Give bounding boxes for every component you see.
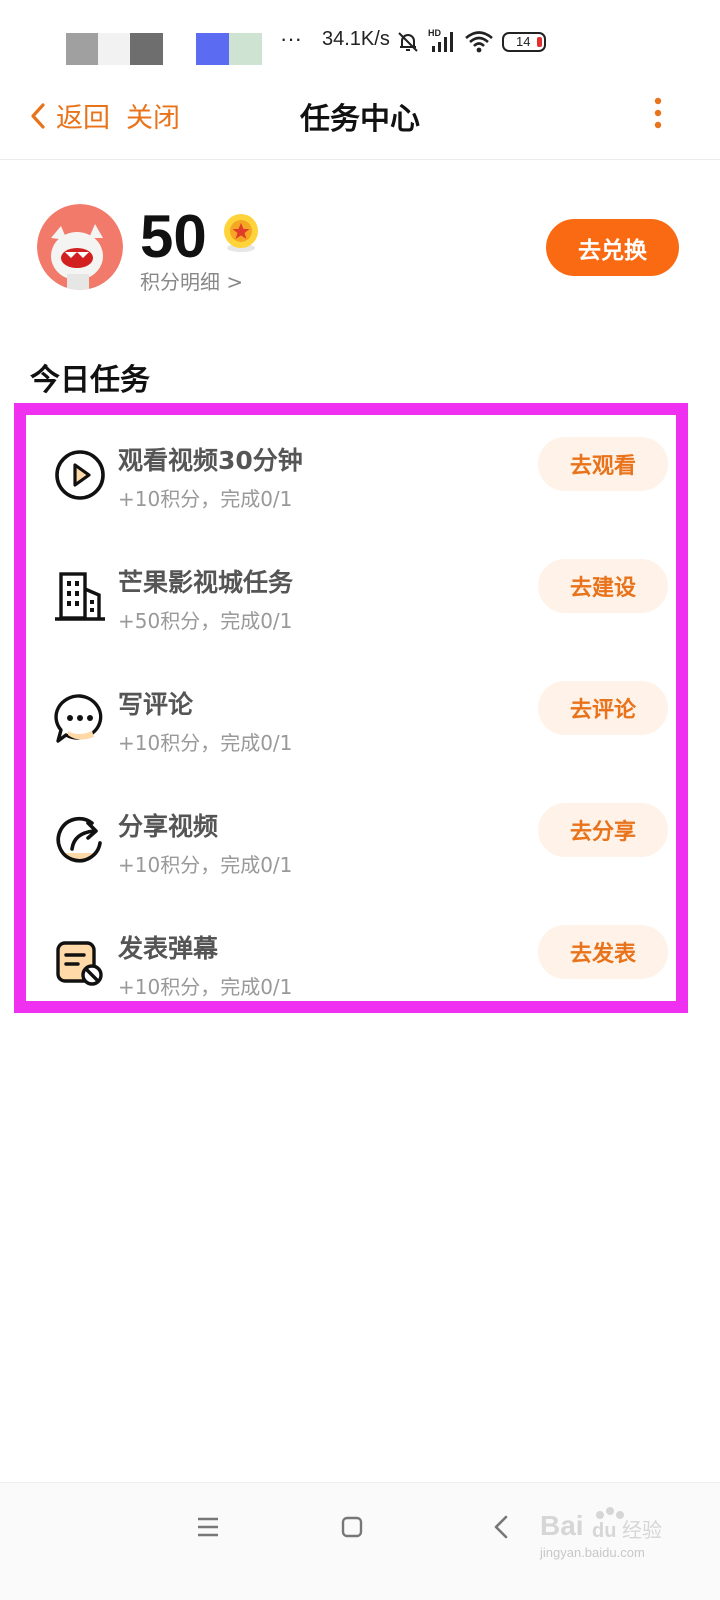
task-list: 观看视频30分钟 +10积分，完成0/1 去观看 芒果影视城任务 +50积分，完… bbox=[14, 403, 688, 1013]
task-reward: +10积分，完成0/1 bbox=[118, 853, 293, 877]
signal-icon bbox=[432, 32, 453, 52]
page-title: 任务中心 bbox=[300, 102, 420, 137]
task-reward: +10积分，完成0/1 bbox=[118, 487, 293, 511]
task-action-button[interactable]: 去建设 bbox=[538, 559, 668, 613]
danmaku-icon bbox=[56, 941, 103, 986]
svg-text:Bai: Bai bbox=[540, 1510, 584, 1541]
menu-icon[interactable] bbox=[188, 1507, 228, 1547]
status-dots: ··· bbox=[280, 26, 302, 51]
task-item: 发表弹幕 +10积分，完成0/1 去发表 bbox=[26, 915, 676, 1037]
task-action-button[interactable]: 去分享 bbox=[538, 803, 668, 857]
wifi-icon bbox=[465, 31, 493, 53]
status-block bbox=[229, 33, 262, 65]
back-icon[interactable] bbox=[482, 1507, 522, 1547]
comment-icon bbox=[54, 694, 103, 743]
task-action-button[interactable]: 去发表 bbox=[538, 925, 668, 979]
system-nav-bar: Bai du 经验 jingyan.baidu.com bbox=[0, 1482, 720, 1600]
more-vertical-icon[interactable] bbox=[650, 96, 666, 130]
share-icon bbox=[56, 816, 102, 863]
svg-text:du: du bbox=[592, 1520, 616, 1542]
watermark-url: jingyan.baidu.com bbox=[540, 1545, 645, 1560]
task-title: 写评论 bbox=[118, 690, 194, 719]
points-detail-link[interactable]: 积分明细 > bbox=[140, 266, 243, 295]
task-action-button[interactable]: 去评论 bbox=[538, 681, 668, 735]
status-block bbox=[66, 33, 98, 65]
task-title: 分享视频 bbox=[118, 812, 219, 841]
status-block bbox=[196, 33, 229, 65]
svg-text:经验: 经验 bbox=[622, 1518, 662, 1542]
task-reward: +50积分，完成0/1 bbox=[118, 609, 293, 633]
building-icon bbox=[55, 572, 105, 621]
task-action-button[interactable]: 去观看 bbox=[538, 437, 668, 491]
header-bar: 返回 关闭 任务中心 bbox=[0, 86, 720, 160]
task-item: 分享视频 +10积分，完成0/1 去分享 bbox=[26, 793, 676, 915]
battery-icon: 14 bbox=[502, 32, 546, 52]
coin-icon bbox=[224, 214, 258, 252]
task-title: 发表弹幕 bbox=[118, 934, 219, 963]
home-icon[interactable] bbox=[332, 1507, 372, 1547]
task-reward: +10积分，完成0/1 bbox=[118, 975, 293, 999]
baidu-jingyan-logo: Bai du 经验 bbox=[540, 1507, 662, 1542]
mute-bell-icon bbox=[398, 32, 418, 52]
battery-level: 14 bbox=[516, 34, 531, 49]
points-value: 50 bbox=[140, 203, 207, 270]
status-bar: ··· 34.1K/s HD 14 bbox=[0, 0, 720, 86]
net-speed: 34.1K/s bbox=[322, 28, 390, 50]
task-title: 芒果影视城任务 bbox=[118, 568, 294, 597]
avatar[interactable] bbox=[37, 204, 123, 290]
task-item: 芒果影视城任务 +50积分，完成0/1 去建设 bbox=[26, 549, 676, 671]
task-item: 观看视频30分钟 +10积分，完成0/1 去观看 bbox=[26, 427, 676, 549]
status-block bbox=[130, 33, 163, 65]
redeem-button[interactable]: 去兑换 bbox=[546, 219, 679, 276]
play-icon bbox=[55, 450, 105, 500]
task-title: 观看视频30分钟 bbox=[118, 446, 303, 475]
task-reward: +10积分，完成0/1 bbox=[118, 731, 293, 755]
task-item: 写评论 +10积分，完成0/1 去评论 bbox=[26, 671, 676, 793]
section-title: 今日任务 bbox=[30, 363, 150, 398]
status-block bbox=[98, 33, 130, 65]
